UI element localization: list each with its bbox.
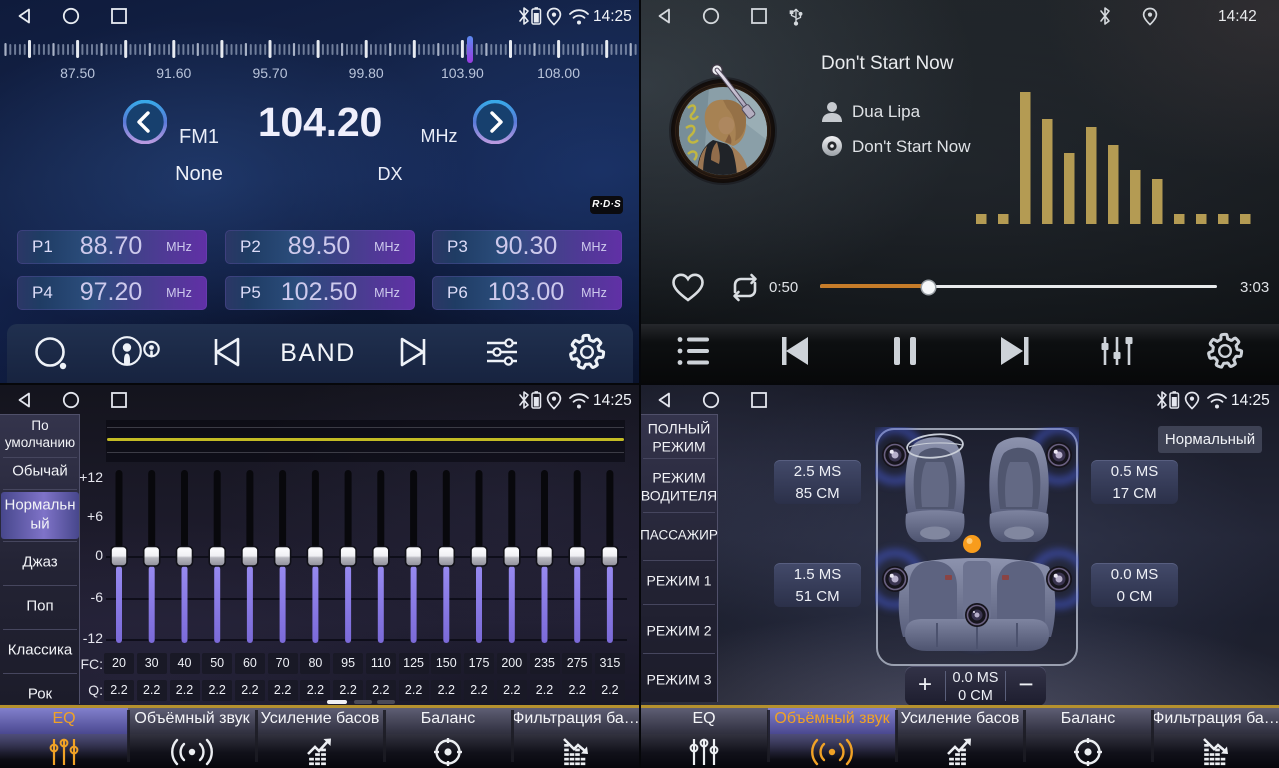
svg-text:BAND: BAND: [280, 339, 355, 367]
